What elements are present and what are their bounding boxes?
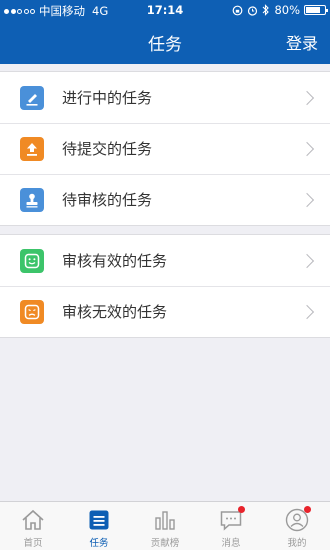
tab-tasks[interactable]: 任务 bbox=[66, 502, 132, 550]
pencil-icon bbox=[20, 85, 44, 110]
tab-label: 贡献榜 bbox=[150, 538, 180, 549]
bar-chart-icon bbox=[155, 511, 175, 530]
chevron-right-icon bbox=[299, 253, 315, 268]
bluetooth-icon bbox=[263, 4, 270, 16]
row-label: 进行中的任务 bbox=[62, 89, 153, 107]
battery-percent: 80% bbox=[274, 3, 300, 17]
row-pending-submit-tasks[interactable]: 待提交的任务 bbox=[0, 123, 330, 174]
chevron-right-icon bbox=[299, 90, 315, 105]
task-list-icon bbox=[89, 510, 109, 530]
tab-label: 我的 bbox=[287, 538, 307, 549]
home-icon bbox=[22, 509, 44, 530]
stamp-icon bbox=[20, 187, 44, 212]
row-pending-review-tasks[interactable]: 待审核的任务 bbox=[0, 174, 330, 225]
tab-label: 任务 bbox=[89, 538, 109, 549]
tab-label: 消息 bbox=[221, 538, 241, 549]
row-label: 审核有效的任务 bbox=[62, 252, 168, 270]
upload-icon bbox=[20, 136, 44, 161]
row-valid-tasks[interactable]: 审核有效的任务 bbox=[0, 235, 330, 286]
tab-profile[interactable]: 我的 bbox=[264, 502, 330, 550]
status-bar: 中国移动 4G 17:14 80% bbox=[0, 0, 330, 20]
notification-badge bbox=[304, 506, 311, 513]
chevron-right-icon bbox=[299, 304, 315, 319]
task-group-pending: 进行中的任务 待提交的任务 待审核的任务 bbox=[0, 71, 330, 226]
page-title: 任务 bbox=[148, 35, 182, 55]
header: 中国移动 4G 17:14 80% 任务 登录 bbox=[0, 0, 330, 64]
nav-bar: 任务 登录 bbox=[0, 20, 330, 64]
row-label: 待审核的任务 bbox=[62, 191, 153, 209]
tab-leaderboard[interactable]: 贡献榜 bbox=[132, 502, 198, 550]
notification-badge bbox=[238, 506, 245, 513]
row-label: 审核无效的任务 bbox=[62, 303, 168, 321]
task-group-reviewed: 审核有效的任务 审核无效的任务 bbox=[0, 234, 330, 338]
battery-icon bbox=[304, 5, 328, 15]
chevron-right-icon bbox=[299, 141, 315, 156]
tab-messages[interactable]: 消息 bbox=[198, 502, 264, 550]
alarm-icon bbox=[248, 5, 258, 16]
tab-home[interactable]: 首页 bbox=[0, 502, 66, 550]
frown-icon bbox=[20, 299, 44, 324]
login-button[interactable]: 登录 bbox=[286, 30, 318, 54]
row-label: 待提交的任务 bbox=[62, 140, 153, 158]
row-in-progress-tasks[interactable]: 进行中的任务 bbox=[0, 72, 330, 123]
chevron-right-icon bbox=[299, 192, 315, 207]
row-invalid-tasks[interactable]: 审核无效的任务 bbox=[0, 286, 330, 337]
lock-rotation-icon bbox=[233, 5, 243, 15]
tab-bar: 首页 任务 贡献榜 消息 我的 bbox=[0, 501, 330, 550]
battery-fill bbox=[306, 7, 321, 13]
tab-label: 首页 bbox=[23, 538, 43, 549]
smile-icon bbox=[20, 248, 44, 273]
